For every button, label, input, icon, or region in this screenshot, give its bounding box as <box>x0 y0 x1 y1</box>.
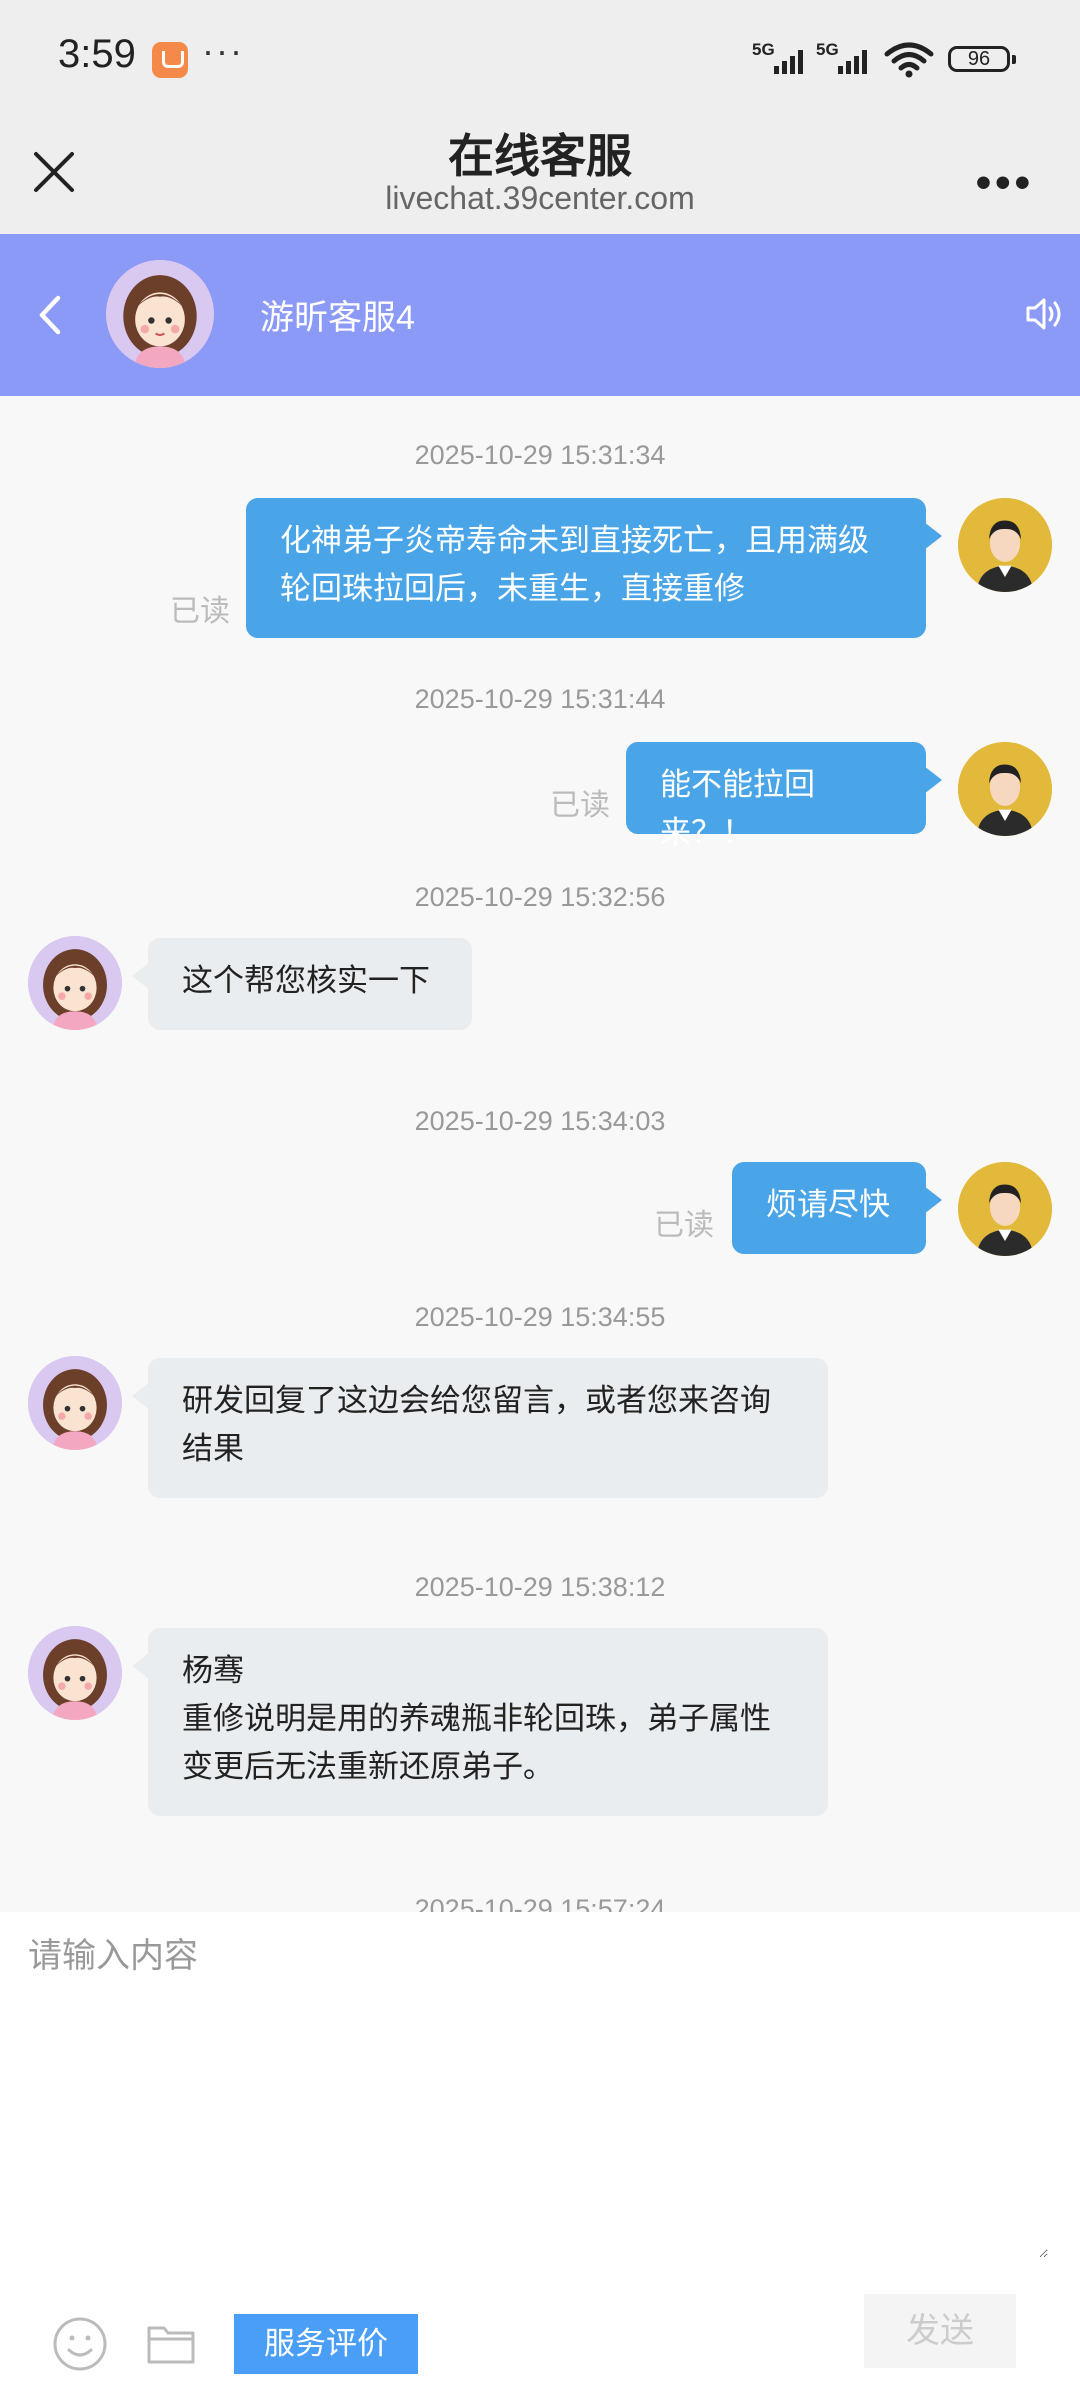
page-title: 在线客服 <box>448 130 632 182</box>
chat-message-list[interactable]: 2025-10-29 15:31:34 已读 化神弟子炎帝寿命未到直接死亡，且用… <box>0 396 1080 1912</box>
more-menu-icon[interactable]: ••• <box>976 158 1034 208</box>
network-type-label: 5G <box>816 40 839 59</box>
status-bar: 3:59 ··· 5G 5G 96 <box>0 0 1080 120</box>
message-text: 变更后无法重新还原弟子。 <box>182 1749 554 1784</box>
message-timestamp: 2025-10-29 15:34:55 <box>414 1302 666 1332</box>
message-timestamp: 2025-10-29 15:31:44 <box>414 684 666 714</box>
user-message-bubble: 化神弟子炎帝寿命未到直接死亡，且用满级 轮回珠拉回后，未重生，直接重修 <box>246 498 942 638</box>
read-status: 已读 <box>550 789 610 822</box>
user-avatar <box>958 498 1052 592</box>
agent-message-bubble: 这个帮您核实一下 <box>132 938 472 1030</box>
network-type-label: 5G <box>752 40 775 59</box>
message-timestamp: 2025-10-29 15:31:34 <box>414 440 666 470</box>
message-text: 能不能拉回来？！ <box>660 767 815 850</box>
status-time: 3:59 <box>58 32 136 76</box>
emoji-icon[interactable] <box>52 2316 108 2372</box>
message-text: 化神弟子炎帝寿命未到直接死亡，且用满级 <box>280 523 869 558</box>
message-text: 重修说明是用的养魂瓶非轮回珠，弟子属性 <box>182 1701 771 1736</box>
page-url: livechat.39center.com <box>385 180 695 216</box>
shopping-bag-app-icon <box>152 42 188 78</box>
service-rating-button[interactable]: 服务评价 <box>234 2314 418 2374</box>
message-text: 轮回珠拉回后，未重生，直接重修 <box>280 571 745 606</box>
signal-icon: 5G <box>752 40 812 78</box>
browser-header: 在线客服 livechat.39center.com ••• <box>0 120 1080 234</box>
user-message-bubble: 能不能拉回来？！ <box>626 742 942 850</box>
chat-header: 游昕客服4 <box>0 234 1080 396</box>
signal-icon: 5G <box>816 40 876 78</box>
message-text: 杨骞 <box>182 1653 244 1688</box>
message-input[interactable] <box>28 1928 1048 2258</box>
speaker-icon[interactable] <box>1022 292 1066 336</box>
send-button[interactable]: 发送 <box>864 2294 1016 2368</box>
message-timestamp: 2025-10-29 15:38:12 <box>414 1572 666 1602</box>
user-avatar <box>958 1162 1052 1256</box>
agent-name: 游昕客服4 <box>260 299 415 337</box>
message-timestamp: 2025-10-29 15:32:56 <box>414 882 666 912</box>
user-message-bubble: 烦请尽快 <box>732 1162 942 1254</box>
status-more-indicator: ··· <box>202 30 244 71</box>
agent-avatar <box>28 1626 122 1720</box>
user-avatar <box>958 742 1052 836</box>
agent-avatar <box>106 260 214 368</box>
message-timestamp: 2025-10-29 15:57:24 <box>414 1894 666 1912</box>
message-text: 结果 <box>182 1431 244 1466</box>
message-text: 这个帮您核实一下 <box>182 963 430 998</box>
folder-icon[interactable] <box>146 2322 196 2366</box>
back-chevron-icon[interactable] <box>30 290 70 340</box>
agent-message-bubble: 研发回复了这边会给您留言，或者您来咨询 结果 <box>132 1358 828 1498</box>
agent-avatar <box>28 1356 122 1450</box>
read-status: 已读 <box>654 1209 714 1242</box>
composer: 服务评价 发送 <box>0 1912 1080 2403</box>
read-status: 已读 <box>170 595 230 628</box>
message-text: 研发回复了这边会给您留言，或者您来咨询 <box>182 1383 771 1418</box>
wifi-icon <box>884 42 934 78</box>
agent-message-bubble: 杨骞 重修说明是用的养魂瓶非轮回珠，弟子属性 变更后无法重新还原弟子。 <box>132 1628 828 1816</box>
message-timestamp: 2025-10-29 15:34:03 <box>414 1106 666 1136</box>
agent-avatar <box>28 936 122 1030</box>
battery-icon: 96 <box>948 46 1016 72</box>
message-text: 烦请尽快 <box>766 1187 890 1222</box>
